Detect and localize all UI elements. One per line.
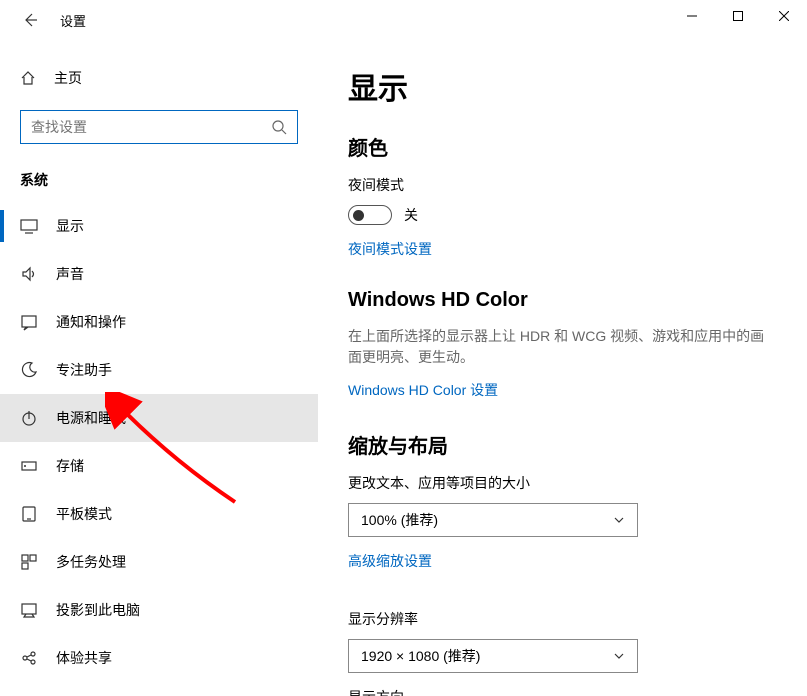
resolution-value: 1920 × 1080 (推荐) (361, 646, 480, 666)
sidebar-item-label: 投影到此电脑 (56, 600, 140, 620)
window-title: 设置 (60, 11, 86, 30)
color-heading: 颜色 (348, 132, 777, 161)
night-mode-toggle[interactable] (348, 205, 392, 225)
notification-icon (20, 313, 38, 331)
orientation-label: 显示方向 (348, 687, 777, 696)
sidebar-item-tablet[interactable]: 平板模式 (0, 490, 318, 538)
sidebar-item-shared[interactable]: 体验共享 (0, 634, 318, 682)
page-title: 显示 (348, 64, 777, 108)
chevron-down-icon (613, 650, 625, 662)
main-panel: 显示 颜色 夜间模式 关 夜间模式设置 Windows HD Color 在上面… (318, 40, 807, 696)
sidebar-item-projecting[interactable]: 投影到此电脑 (0, 586, 318, 634)
group-color: 颜色 夜间模式 关 夜间模式设置 (348, 132, 777, 259)
sidebar-item-label: 平板模式 (56, 504, 112, 524)
sidebar-item-label: 多任务处理 (56, 552, 126, 572)
scale-heading: 缩放与布局 (348, 430, 777, 459)
sidebar-item-label: 存储 (56, 456, 84, 476)
sidebar-item-notifications[interactable]: 通知和操作 (0, 298, 318, 346)
sound-icon (20, 265, 38, 283)
hdcolor-settings-link[interactable]: Windows HD Color 设置 (348, 380, 498, 400)
sidebar-item-label: 声音 (56, 264, 84, 284)
sidebar-item-label: 体验共享 (56, 648, 112, 668)
maximize-icon (733, 11, 743, 21)
search-input[interactable] (31, 119, 271, 135)
sidebar-item-label: 显示 (56, 216, 84, 236)
night-mode-settings-link[interactable]: 夜间模式设置 (348, 239, 432, 259)
display-icon (20, 217, 38, 235)
share-icon (20, 649, 38, 667)
sidebar-item-multitask[interactable]: 多任务处理 (0, 538, 318, 586)
sidebar-item-focus[interactable]: 专注助手 (0, 346, 318, 394)
advanced-scale-link[interactable]: 高级缩放设置 (348, 551, 432, 571)
multitask-icon (20, 553, 38, 571)
sidebar-item-power[interactable]: 电源和睡眠 (0, 394, 318, 442)
sidebar-section-label: 系统 (0, 162, 318, 202)
project-icon (20, 601, 38, 619)
scale-select[interactable]: 100% (推荐) (348, 503, 638, 537)
sidebar-item-label: 电源和睡眠 (56, 408, 126, 428)
night-mode-toggle-row: 关 (348, 205, 777, 225)
close-button[interactable] (761, 0, 807, 32)
maximize-button[interactable] (715, 0, 761, 32)
home-link[interactable]: 主页 (0, 60, 318, 96)
content: 主页 系统 显示 声音 通知和操作 专注助手 电源和睡眠 (0, 40, 807, 696)
titlebar: 设置 (0, 0, 807, 40)
sidebar-item-display[interactable]: 显示 (0, 202, 318, 250)
sidebar-item-label: 通知和操作 (56, 312, 126, 332)
home-icon (20, 70, 38, 86)
back-button[interactable] (18, 8, 42, 32)
minimize-icon (687, 11, 697, 21)
power-icon (20, 409, 38, 427)
close-icon (779, 11, 789, 21)
sidebar-item-sound[interactable]: 声音 (0, 250, 318, 298)
home-label: 主页 (54, 68, 82, 88)
storage-icon (20, 457, 38, 475)
search-box[interactable] (20, 110, 298, 144)
group-scale: 缩放与布局 更改文本、应用等项目的大小 100% (推荐) 高级缩放设置 显示分… (348, 430, 777, 696)
tablet-icon (20, 505, 38, 523)
hdcolor-description: 在上面所选择的显示器上让 HDR 和 WCG 视频、游戏和应用中的画面更明亮、更… (348, 326, 777, 368)
scale-value: 100% (推荐) (361, 510, 438, 530)
search-icon (271, 119, 287, 135)
moon-icon (20, 361, 38, 379)
resolution-label: 显示分辨率 (348, 609, 777, 629)
sidebar-item-storage[interactable]: 存储 (0, 442, 318, 490)
night-mode-state: 关 (404, 205, 418, 225)
resolution-select[interactable]: 1920 × 1080 (推荐) (348, 639, 638, 673)
group-hdcolor: Windows HD Color 在上面所选择的显示器上让 HDR 和 WCG … (348, 289, 777, 400)
chevron-down-icon (613, 514, 625, 526)
hdcolor-heading: Windows HD Color (348, 289, 777, 312)
arrow-left-icon (22, 12, 38, 28)
minimize-button[interactable] (669, 0, 715, 32)
scale-label: 更改文本、应用等项目的大小 (348, 473, 777, 493)
night-mode-label: 夜间模式 (348, 175, 777, 195)
window-controls (669, 0, 807, 32)
sidebar-item-label: 专注助手 (56, 360, 112, 380)
sidebar: 主页 系统 显示 声音 通知和操作 专注助手 电源和睡眠 (0, 40, 318, 696)
